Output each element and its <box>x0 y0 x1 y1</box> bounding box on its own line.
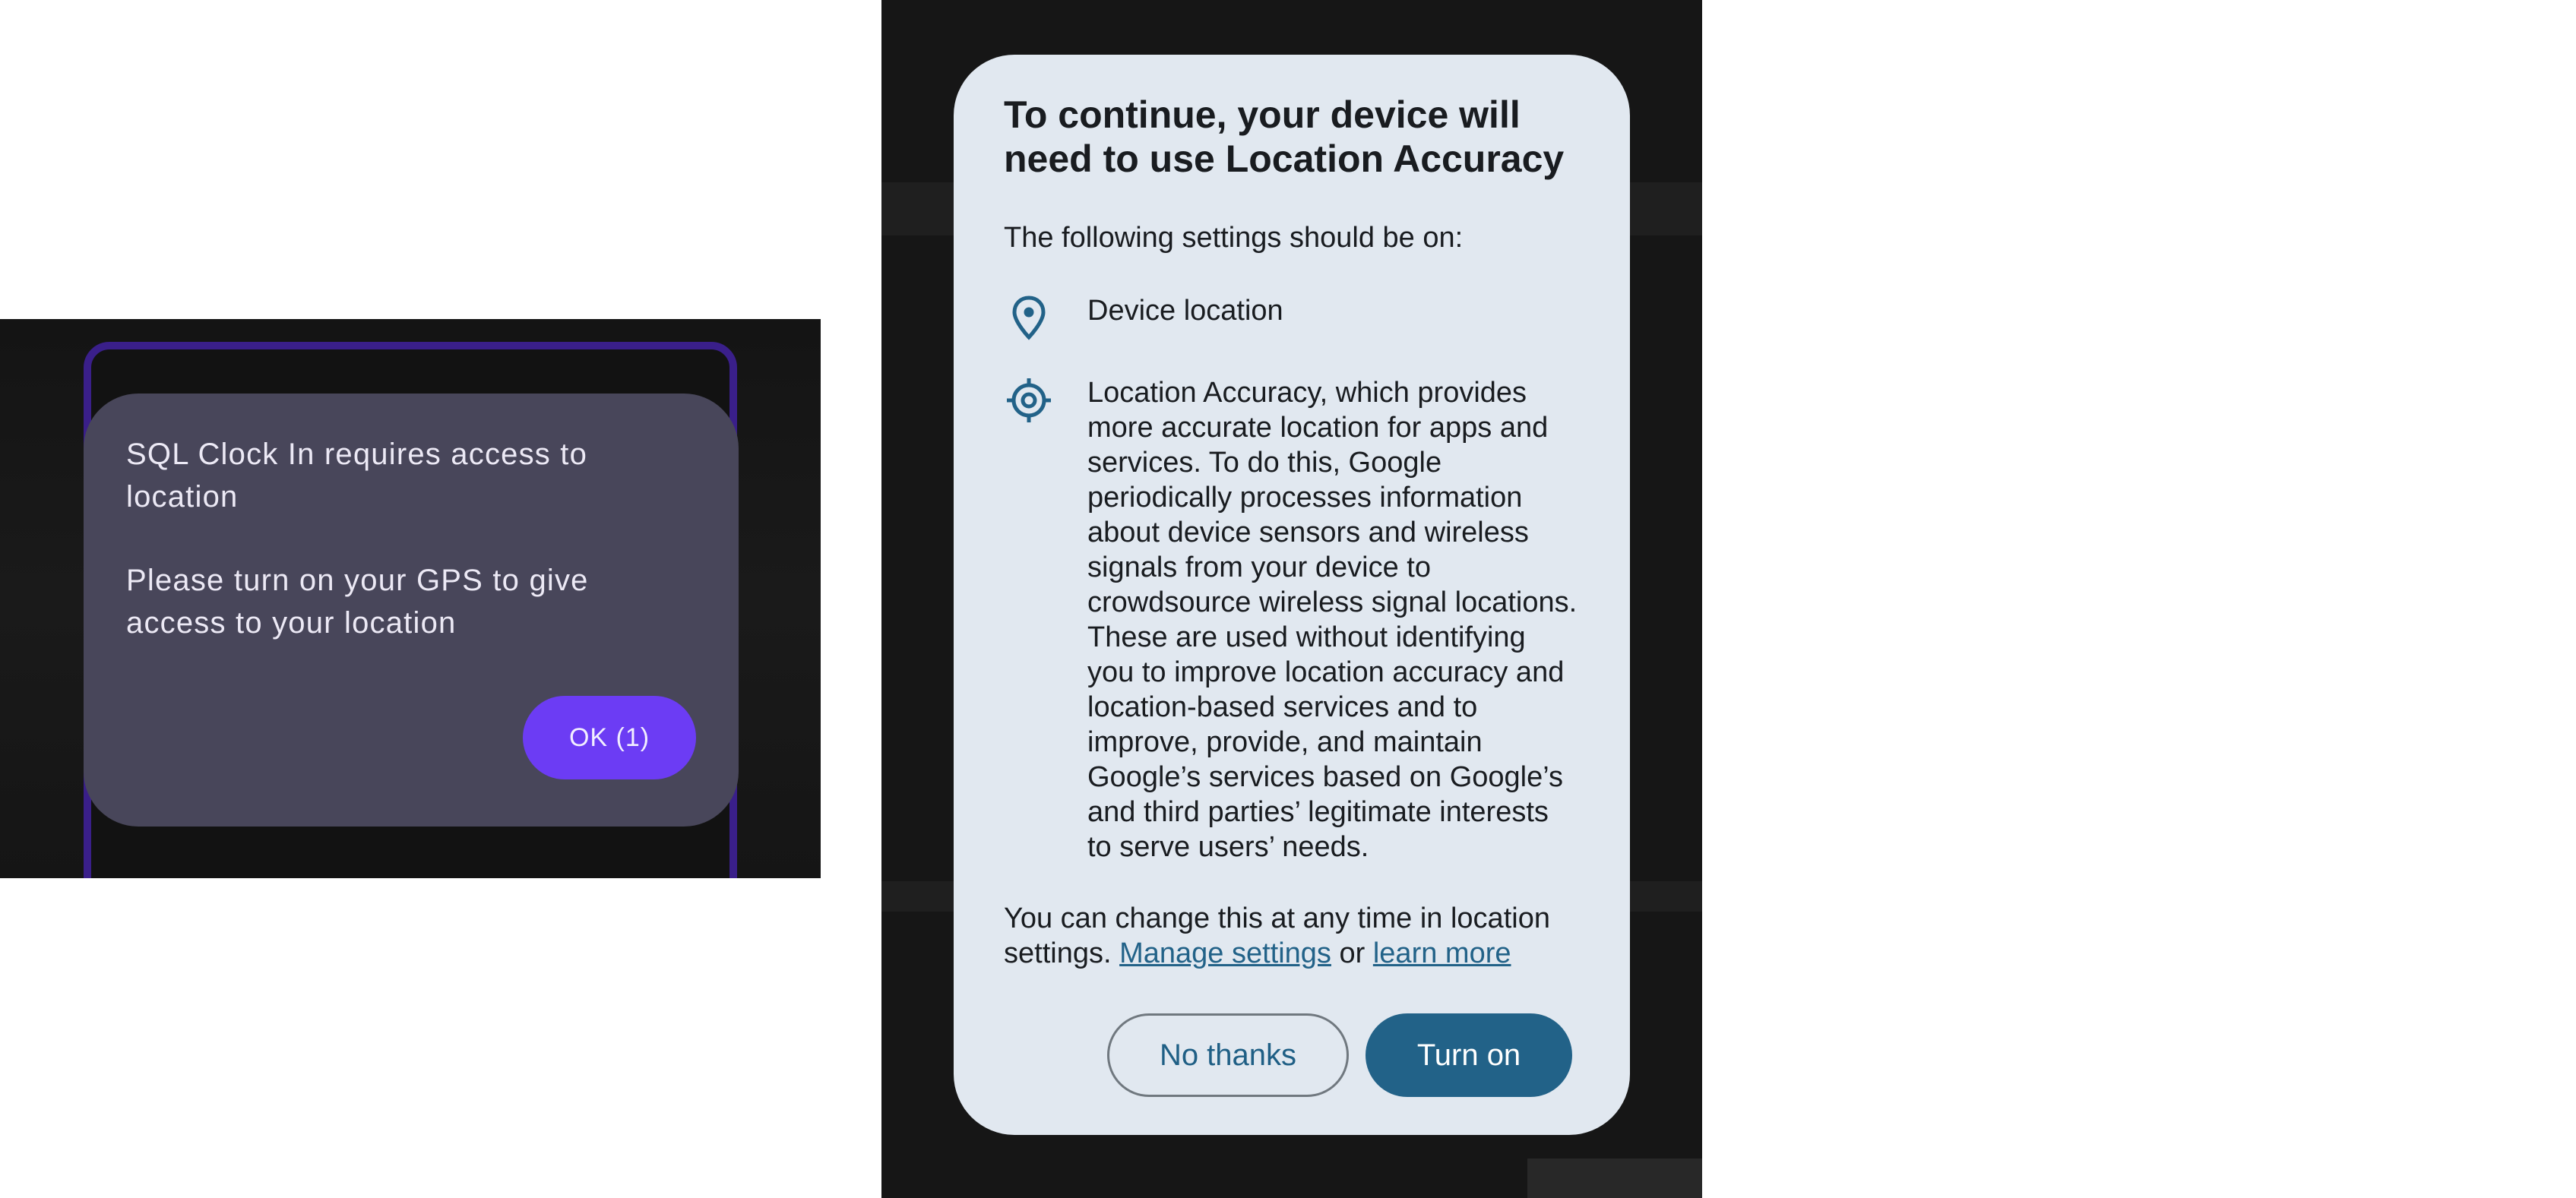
dialog-title: To continue, your device will need to us… <box>1004 93 1565 180</box>
footer-text: You can change this at any time in locat… <box>1004 901 1580 971</box>
background-shape <box>1527 1158 1702 1198</box>
setting-location-accuracy: Location Accuracy, which provides more a… <box>1004 375 1580 865</box>
setting-label: Location Accuracy, which provides more a… <box>1087 377 1578 863</box>
crosshair-icon <box>1004 375 1054 425</box>
dialog-title: SQL Clock In requires access to location <box>126 438 588 514</box>
location-pin-icon <box>1004 293 1054 343</box>
dialog-subtitle: The following settings should be on: <box>1004 222 1464 254</box>
learn-more-link[interactable]: learn more <box>1373 937 1511 969</box>
location-accuracy-dialog: To continue, your device will need to us… <box>954 55 1630 1135</box>
setting-label: Device location <box>1087 295 1283 327</box>
no-thanks-button[interactable]: No thanks <box>1107 1013 1349 1097</box>
right-screenshot: To continue, your device will need to us… <box>881 0 1702 1198</box>
gps-permission-dialog: SQL Clock In requires access to location… <box>84 394 739 827</box>
footer-conjunction: or <box>1339 937 1366 969</box>
dialog-message: Please turn on your GPS to give access t… <box>126 564 589 640</box>
dialog-actions: No thanks Turn on <box>1107 1013 1572 1097</box>
turn-on-button[interactable]: Turn on <box>1366 1013 1572 1097</box>
ok-button[interactable]: OK (1) <box>523 696 696 779</box>
left-screenshot: SQL Clock In requires access to location… <box>0 319 821 878</box>
setting-device-location: Device location <box>1004 293 1580 340</box>
manage-settings-link[interactable]: Manage settings <box>1119 937 1331 969</box>
